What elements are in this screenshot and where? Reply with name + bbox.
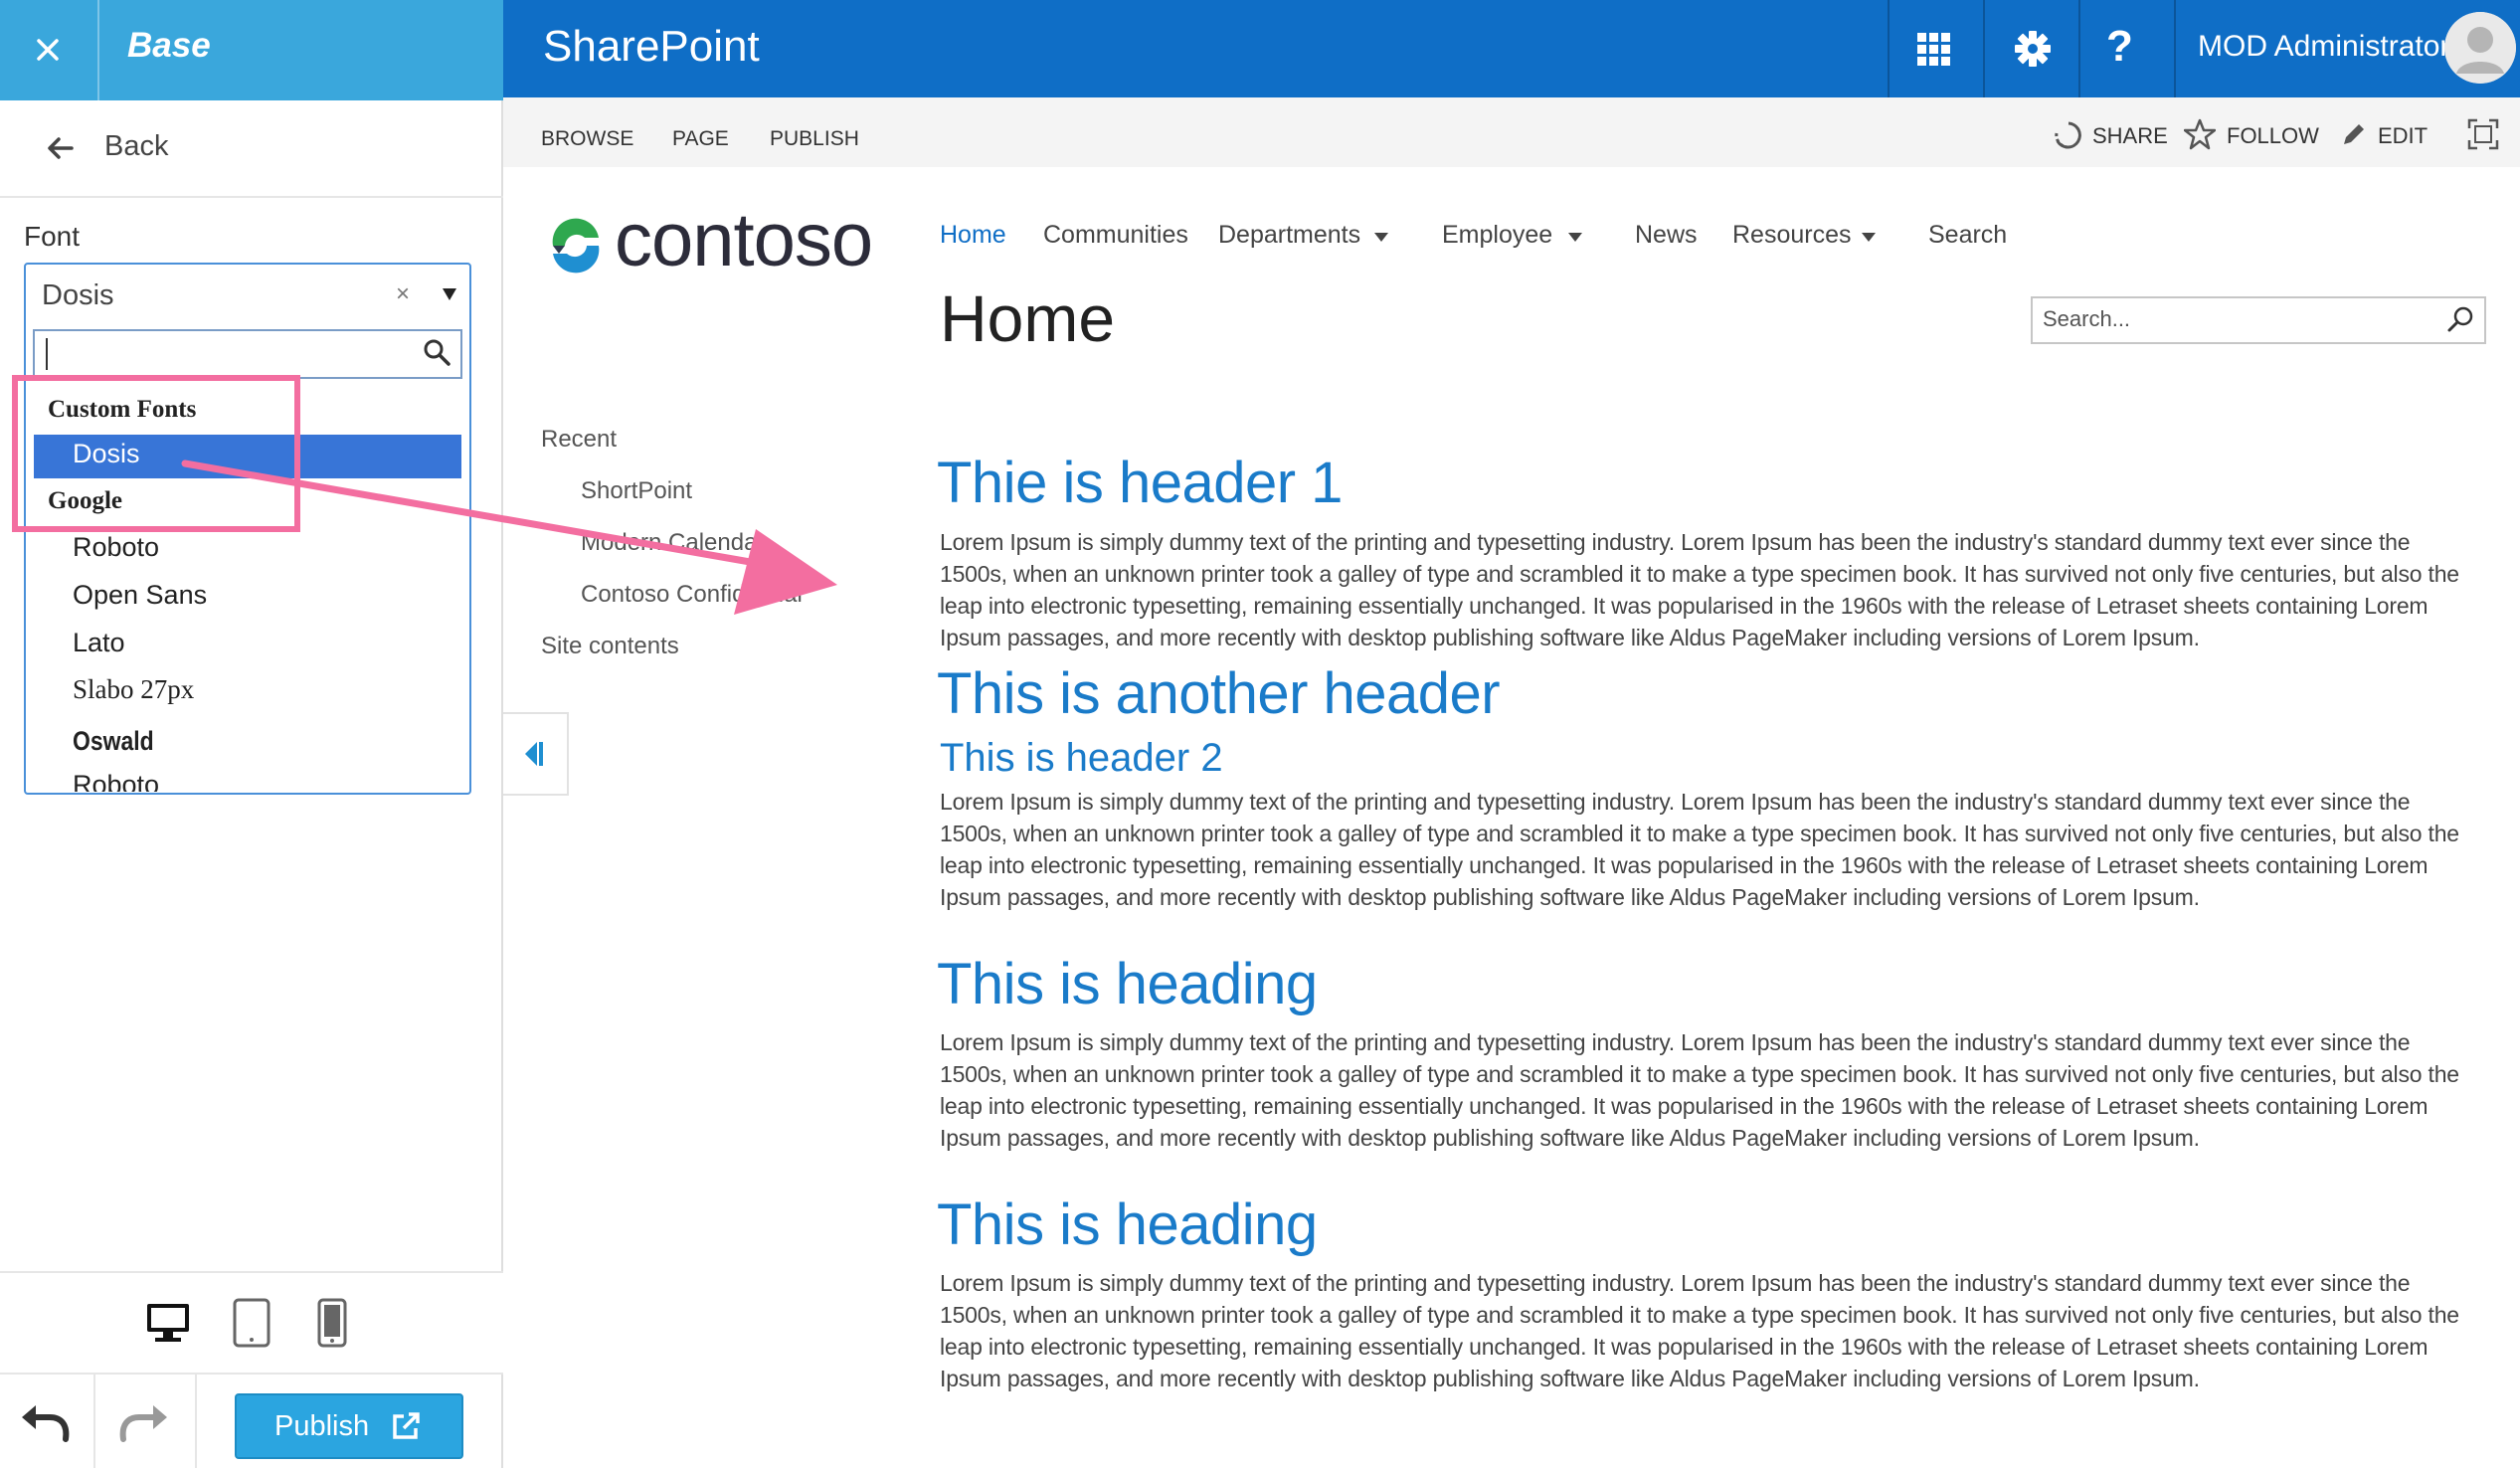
font-option-oswald[interactable]: Oswald <box>73 726 154 757</box>
search-icon <box>422 337 451 367</box>
suite-divider <box>1983 0 1985 97</box>
content-header-1: Thie is header 1 <box>937 451 1343 515</box>
quick-launch-item[interactable]: Modern Calendar <box>581 529 765 557</box>
suite-divider <box>2078 0 2080 97</box>
chevron-down-icon[interactable] <box>1374 233 1388 242</box>
help-icon[interactable]: ? <box>2106 22 2133 72</box>
font-option-lato[interactable]: Lato <box>73 628 125 658</box>
share-button[interactable]: SHARE <box>2092 123 2168 149</box>
font-option-open-sans[interactable]: Open Sans <box>73 580 207 611</box>
user-name[interactable]: MOD Administrator <box>2198 30 2449 64</box>
tab-browse[interactable]: BROWSE <box>541 127 633 151</box>
page-title: Home <box>940 281 1116 355</box>
contoso-logo-icon[interactable] <box>545 216 607 275</box>
font-option-roboto[interactable]: Roboto <box>73 532 159 563</box>
nav-home[interactable]: Home <box>940 221 1006 250</box>
content-paragraph: Lorem Ipsum is simply dummy text of the … <box>940 789 2459 910</box>
content-header-2: This is header 2 <box>940 736 1223 780</box>
quick-launch-item[interactable]: ShortPoint <box>581 477 692 505</box>
content-paragraph: Lorem Ipsum is simply dummy text of the … <box>940 1029 2459 1151</box>
font-select-value[interactable]: Dosis <box>42 279 114 312</box>
nav-employee[interactable]: Employee <box>1442 221 1552 250</box>
content-paragraph: Lorem Ipsum is simply dummy text of the … <box>940 1270 2459 1391</box>
star-icon[interactable] <box>2184 118 2216 150</box>
tablet-icon[interactable] <box>232 1298 271 1348</box>
nav-departments[interactable]: Departments <box>1218 221 1360 250</box>
suite-divider <box>1888 0 1890 97</box>
undo-icon[interactable] <box>18 1399 72 1443</box>
nav-resources[interactable]: Resources <box>1732 221 1852 250</box>
content-another-header: This is another header <box>937 661 1501 726</box>
nav-search[interactable]: Search <box>1928 221 2007 250</box>
panel-header-divider <box>97 0 99 100</box>
focus-mode-icon[interactable] <box>2467 118 2499 150</box>
search-icon[interactable] <box>2446 304 2476 334</box>
gear-icon[interactable] <box>2014 30 2052 68</box>
text-cursor <box>46 338 48 370</box>
clear-icon[interactable]: × <box>396 280 410 308</box>
redo-icon[interactable] <box>117 1399 171 1443</box>
share-icon[interactable] <box>2053 119 2084 151</box>
nav-news[interactable]: News <box>1635 221 1698 250</box>
font-search-input[interactable] <box>33 329 462 379</box>
nav-communities[interactable]: Communities <box>1043 221 1188 250</box>
chevron-down-icon[interactable] <box>1862 233 1876 242</box>
back-arrow-icon[interactable] <box>44 131 78 165</box>
content-paragraph: Lorem Ipsum is simply dummy text of the … <box>940 529 2459 650</box>
close-icon[interactable] <box>18 20 78 80</box>
external-link-icon[interactable] <box>390 1410 422 1442</box>
edit-button[interactable]: EDIT <box>2378 123 2428 149</box>
annotation-highlight-box <box>12 375 300 532</box>
sharepoint-brand[interactable]: SharePoint <box>543 22 760 72</box>
tab-page[interactable]: PAGE <box>672 127 729 151</box>
content-heading: This is heading <box>937 1193 1318 1257</box>
content-heading: This is heading <box>937 952 1318 1016</box>
panel-title: Base <box>127 26 211 65</box>
font-option-roboto-condensed[interactable]: Roboto Condensed <box>73 774 271 792</box>
quick-launch-site-contents[interactable]: Site contents <box>541 633 679 660</box>
font-label: Font <box>24 221 81 252</box>
back-label[interactable]: Back <box>104 130 168 163</box>
pencil-icon[interactable] <box>2341 121 2367 147</box>
avatar[interactable] <box>2444 12 2516 84</box>
app-launcher-icon[interactable] <box>1917 33 1951 67</box>
chevron-down-icon[interactable] <box>1568 233 1582 242</box>
font-option-slabo[interactable]: Slabo 27px <box>73 674 194 705</box>
suite-divider <box>2174 0 2176 97</box>
collapse-left-icon[interactable] <box>521 740 545 768</box>
caret-down-icon[interactable] <box>443 288 456 300</box>
mobile-icon[interactable] <box>316 1298 348 1348</box>
site-search-placeholder[interactable]: Search... <box>2043 306 2130 332</box>
publish-label[interactable]: Publish <box>274 1410 369 1443</box>
follow-button[interactable]: FOLLOW <box>2227 123 2319 149</box>
quick-launch-item[interactable]: Contoso Confidential <box>581 581 803 609</box>
font-option-label[interactable]: Roboto Condensed <box>73 774 271 792</box>
desktop-icon[interactable] <box>145 1302 191 1344</box>
quick-launch-recent[interactable]: Recent <box>541 426 617 454</box>
contoso-logo[interactable]: contoso <box>615 197 873 283</box>
tab-publish[interactable]: PUBLISH <box>770 127 859 151</box>
